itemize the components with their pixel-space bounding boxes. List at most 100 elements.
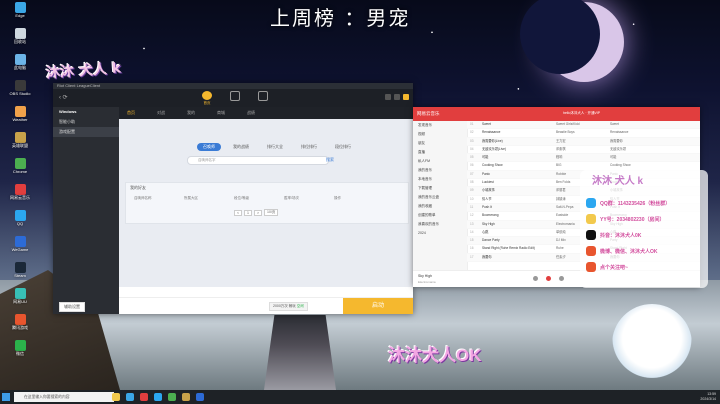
track-title: Cooking Show bbox=[482, 163, 503, 168]
sidebar-item-assistant[interactable]: 智能小助 bbox=[53, 117, 119, 127]
vip-icon[interactable] bbox=[403, 94, 409, 100]
music-sidebar-item[interactable]: 私人FM bbox=[413, 157, 467, 166]
music-sidebar-item[interactable]: 直播 bbox=[413, 148, 467, 157]
subnav-home[interactable]: 首页 bbox=[127, 110, 135, 116]
settings-icon[interactable] bbox=[394, 94, 400, 100]
tab-2[interactable] bbox=[225, 91, 245, 106]
app-icon bbox=[14, 340, 26, 351]
desktop-icon[interactable]: OBS Studio bbox=[2, 80, 38, 102]
big-brand-text: 沐沐犬人OK bbox=[388, 346, 482, 365]
desktop-icon-label: 英雄联盟 bbox=[12, 143, 28, 148]
desktop-icon[interactable]: 微信 bbox=[2, 340, 38, 362]
desktop-icon[interactable]: 回收站 bbox=[2, 28, 38, 50]
desktop-icon[interactable]: Edge bbox=[2, 2, 38, 24]
desktop-icon[interactable]: 腾讯游戏 bbox=[2, 314, 38, 336]
taskbar-app-icon[interactable] bbox=[196, 393, 204, 401]
mode-select[interactable]: 2000万次 畅玩 空闲 bbox=[269, 302, 308, 311]
col-tier: 段位/等级 bbox=[234, 196, 249, 200]
tab-my-record[interactable]: 我的战绩 bbox=[227, 143, 255, 151]
start-icon[interactable] bbox=[2, 393, 10, 401]
music-sidebar-item[interactable]: 发现音乐 bbox=[413, 121, 467, 130]
desktop-icon-label: OBS Studio bbox=[9, 91, 31, 96]
subnav-battle[interactable]: 对战 bbox=[157, 110, 165, 116]
track-row[interactable]: 02 Renaissance Beastie Boys Renaissance bbox=[467, 129, 700, 138]
desktop-icon[interactable]: 网易UU bbox=[2, 288, 38, 310]
taskbar-app-icon[interactable] bbox=[112, 393, 120, 401]
taskbar-app-icon[interactable] bbox=[140, 393, 148, 401]
pager-prev[interactable]: < bbox=[234, 209, 243, 216]
desktop-icon[interactable]: Steam bbox=[2, 262, 38, 284]
desktop-icon[interactable]: QQ bbox=[2, 210, 38, 232]
play-icon[interactable] bbox=[546, 276, 551, 281]
desktop-icon[interactable]: 英雄联盟 bbox=[2, 132, 38, 154]
music-sidebar-item[interactable]: 视频 bbox=[413, 130, 467, 139]
music-sidebar-item[interactable]: 创建的歌单 bbox=[413, 211, 467, 220]
tab-summoner[interactable]: 召唤师 bbox=[197, 143, 221, 151]
track-row[interactable]: 01 Sweet Sweet Girls/Kidd Sweet bbox=[467, 121, 700, 130]
tab-home-label: 首页 bbox=[203, 101, 211, 105]
desktop-icon[interactable]: Weather bbox=[2, 106, 38, 128]
music-sidebar-item[interactable]: 我喜欢的音乐 bbox=[413, 220, 467, 229]
taskbar-app-icon[interactable] bbox=[154, 393, 162, 401]
desktop-icon-label: 此电脑 bbox=[14, 65, 26, 70]
taskbar-app-icon[interactable] bbox=[168, 393, 176, 401]
track-index: 04 bbox=[470, 146, 474, 151]
music-sidebar-item[interactable]: 我的收藏 bbox=[413, 202, 467, 211]
desktop-icon[interactable]: 网易云音乐 bbox=[2, 184, 38, 206]
taskbar-search[interactable]: 在这里输入你要搜索的内容 bbox=[14, 392, 114, 402]
track-row[interactable]: 04 无敌欢乐颂(Live) 邓紫棋 无敌欢乐颂 bbox=[467, 146, 700, 155]
video-icon bbox=[258, 91, 268, 101]
launch-button[interactable]: 启动 bbox=[343, 298, 413, 314]
taskbar-app-icon[interactable] bbox=[182, 393, 190, 401]
pager-size[interactable]: 10/页 bbox=[264, 209, 279, 216]
music-logo: 网易云音乐 bbox=[417, 111, 440, 116]
tab-rank-tier[interactable]: 段位排行 bbox=[329, 143, 357, 151]
track-row[interactable]: 03 我需要你(Live) 王力宏 我需要你 bbox=[467, 137, 700, 146]
music-sidebar-item[interactable]: 我的音乐云盘 bbox=[413, 193, 467, 202]
tab-rank-ranked[interactable]: 排位排行 bbox=[295, 143, 323, 151]
track-index: 03 bbox=[470, 138, 474, 143]
tab-3[interactable] bbox=[253, 91, 273, 106]
subnav-store[interactable]: 商城 bbox=[217, 110, 225, 116]
subnav-record[interactable]: 战绩 bbox=[247, 110, 255, 116]
track-index: 05 bbox=[470, 155, 474, 160]
desktop-icon[interactable]: Chrome bbox=[2, 158, 38, 180]
music-sidebar-item[interactable]: 本地音乐 bbox=[413, 175, 467, 184]
window-icon bbox=[230, 91, 240, 101]
pager-next[interactable]: > bbox=[254, 209, 263, 216]
desktop-icon[interactable]: 此电脑 bbox=[2, 54, 38, 76]
track-title: Panic bbox=[482, 171, 490, 176]
desktop-icon-label: 微信 bbox=[16, 351, 24, 356]
system-tray[interactable]: 13:59 2024/3/14 bbox=[700, 392, 716, 402]
tab-home[interactable]: 首页 bbox=[197, 91, 217, 106]
sidebar-item-config[interactable]: 游戏配置 bbox=[53, 127, 119, 137]
music-sidebar: 发现音乐 视频 朋友 直播 私人FM 我的音乐 本地音乐 下载管理 我的音乐云盘 我的收藏 创建的歌… bbox=[413, 121, 468, 271]
app-icon bbox=[14, 184, 26, 195]
app-icon bbox=[14, 288, 26, 299]
music-sidebar-item[interactable]: 2024 bbox=[413, 229, 467, 238]
track-album: Cooking Show bbox=[610, 163, 631, 168]
pager-page[interactable]: 1 bbox=[244, 209, 252, 216]
music-user[interactable]: hello沐沐犬人 · 开通VIP bbox=[563, 111, 600, 116]
app-footer: 2000万次 畅玩 空闲 启动 bbox=[119, 297, 413, 314]
taskbar-app-icon[interactable] bbox=[126, 393, 134, 401]
next-icon[interactable] bbox=[559, 276, 564, 281]
search-button[interactable]: 搜索 bbox=[323, 156, 337, 164]
avatar-icon[interactable] bbox=[385, 94, 391, 100]
music-sidebar-item[interactable]: 朋友 bbox=[413, 139, 467, 148]
app-icon bbox=[14, 262, 26, 273]
track-row[interactable]: 05 可能 程响 可能 bbox=[467, 154, 700, 163]
music-sidebar-item[interactable]: 下载管理 bbox=[413, 184, 467, 193]
track-title: Dance Party bbox=[482, 238, 500, 243]
desktop-icon[interactable]: WeGame bbox=[2, 236, 38, 258]
desktop-icon-label: Weather bbox=[12, 117, 28, 122]
app-icon bbox=[14, 2, 26, 13]
search-input[interactable]: 召唤师名字 bbox=[187, 156, 329, 165]
tab-rank-all[interactable]: 排行大全 bbox=[261, 143, 289, 151]
prev-icon[interactable] bbox=[533, 276, 538, 281]
back-icon[interactable]: ‹ ⟳ bbox=[59, 94, 68, 101]
subnav-mine[interactable]: 我的 bbox=[187, 110, 195, 116]
music-header: 网易云音乐 hello沐沐犬人 · 开通VIP bbox=[413, 107, 700, 121]
music-sidebar-item[interactable]: 我的音乐 bbox=[413, 166, 467, 175]
assist-settings-button[interactable]: 辅助设置 bbox=[59, 302, 85, 312]
